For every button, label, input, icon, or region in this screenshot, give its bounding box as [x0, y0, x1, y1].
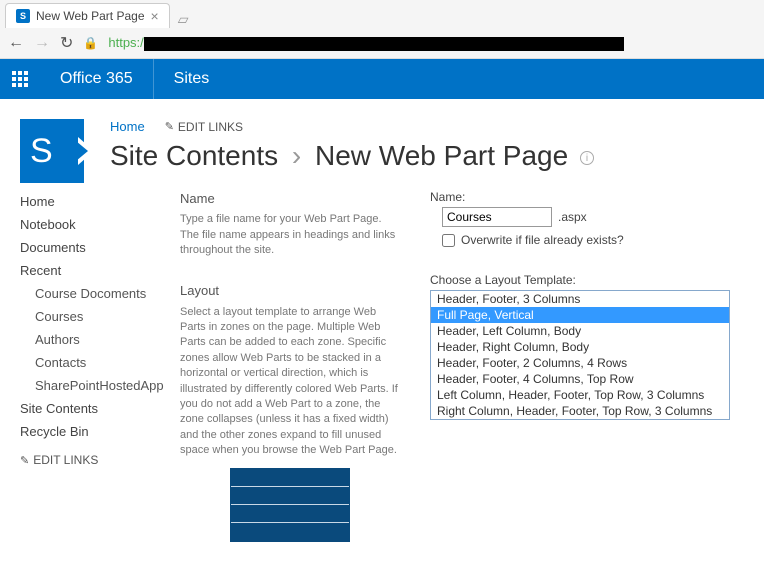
nav-recent-child[interactable]: SharePointHostedApp — [20, 374, 180, 397]
name-label: Name: — [430, 190, 744, 204]
browser-tab[interactable]: S New Web Part Page × — [5, 3, 170, 28]
lock-icon: 🔒 — [83, 36, 98, 50]
nav-recent-child[interactable]: Contacts — [20, 351, 180, 374]
description-column: Name Type a file name for your Web Part … — [180, 190, 400, 542]
main-column: Home ✎ EDIT LINKS Site Contents › New We… — [110, 119, 744, 542]
edit-links-nav[interactable]: ✎ EDIT LINKS — [20, 453, 180, 467]
layout-desc: Select a layout template to arrange Web … — [180, 305, 400, 459]
layout-heading: Layout — [180, 282, 400, 300]
suite-bar: Office 365 Sites — [0, 59, 764, 99]
layout-option[interactable]: Header, Footer, 4 Columns, Top Row — [431, 371, 729, 387]
url-field[interactable]: https:/ — [108, 35, 623, 51]
layout-option[interactable]: Full Page, Vertical — [431, 307, 729, 323]
suite-brand[interactable]: Office 365 — [40, 59, 154, 99]
nav-home[interactable]: Home — [20, 190, 180, 213]
app-launcher-button[interactable] — [0, 59, 40, 99]
tab-bar: S New Web Part Page × ▱ — [0, 0, 764, 28]
page-title: Site Contents › New Web Part Page i — [110, 140, 744, 172]
nav-recent-child[interactable]: Course Docoments — [20, 282, 180, 305]
reload-button[interactable]: ↻ — [60, 33, 73, 53]
tab-title: New Web Part Page — [36, 9, 145, 23]
layout-preview-image — [230, 468, 350, 542]
suite-title[interactable]: Sites — [154, 70, 230, 88]
nav-site-contents[interactable]: Site Contents — [20, 397, 180, 420]
layout-option[interactable]: Header, Left Column, Body — [431, 323, 729, 339]
breadcrumb-separator: › — [292, 140, 301, 171]
overwrite-label: Overwrite if file already exists? — [461, 233, 624, 247]
info-icon[interactable]: i — [580, 151, 594, 165]
layout-option[interactable]: Right Column, Header, Footer, Top Row, 3… — [431, 403, 729, 419]
layout-label: Choose a Layout Template: — [430, 273, 744, 287]
name-heading: Name — [180, 190, 400, 208]
nav-recent-child[interactable]: Authors — [20, 328, 180, 351]
new-tab-button[interactable]: ▱ — [170, 11, 197, 28]
edit-links-top[interactable]: ✎ EDIT LINKS — [165, 120, 243, 134]
sharepoint-favicon: S — [16, 9, 30, 23]
back-button[interactable]: ← — [8, 34, 24, 52]
overwrite-checkbox[interactable] — [442, 234, 455, 247]
waffle-icon — [12, 71, 28, 87]
layout-option[interactable]: Left Column, Header, Footer, Top Row, 3 … — [431, 387, 729, 403]
nav-recycle-bin[interactable]: Recycle Bin — [20, 420, 180, 443]
browser-chrome: S New Web Part Page × ▱ ← → ↻ 🔒 https:/ — [0, 0, 764, 59]
close-icon[interactable]: × — [151, 8, 159, 24]
layout-option[interactable]: Header, Footer, 3 Columns — [431, 291, 729, 307]
page-title-part1: Site Contents — [110, 140, 278, 171]
name-input[interactable] — [442, 207, 552, 227]
layout-option[interactable]: Header, Right Column, Body — [431, 339, 729, 355]
address-bar: ← → ↻ 🔒 https:/ — [0, 28, 764, 58]
input-column: Name: .aspx Overwrite if file already ex… — [430, 190, 744, 542]
pencil-icon: ✎ — [20, 454, 29, 467]
nav-recent[interactable]: Recent — [20, 259, 180, 282]
layout-template-listbox[interactable]: Header, Footer, 3 ColumnsFull Page, Vert… — [430, 290, 730, 420]
url-redacted — [144, 37, 624, 51]
page-title-part2: New Web Part Page — [315, 140, 568, 171]
breadcrumb: Home ✎ EDIT LINKS — [110, 119, 744, 134]
breadcrumb-home-link[interactable]: Home — [110, 119, 145, 134]
nav-documents[interactable]: Documents — [20, 236, 180, 259]
nav-recent-child[interactable]: Courses — [20, 305, 180, 328]
quick-launch-nav: Home Notebook Documents Recent Course Do… — [20, 190, 180, 542]
layout-option[interactable]: Header, Footer, 2 Columns, 4 Rows — [431, 355, 729, 371]
form-area: Name Type a file name for your Web Part … — [180, 190, 744, 542]
page-body: S Home ✎ EDIT LINKS Site Contents › New … — [0, 99, 764, 572]
sharepoint-logo[interactable]: S — [20, 119, 84, 183]
file-extension: .aspx — [558, 210, 587, 224]
pencil-icon: ✎ — [165, 120, 174, 133]
nav-notebook[interactable]: Notebook — [20, 213, 180, 236]
forward-button[interactable]: → — [34, 34, 50, 52]
name-desc: Type a file name for your Web Part Page.… — [180, 212, 400, 258]
